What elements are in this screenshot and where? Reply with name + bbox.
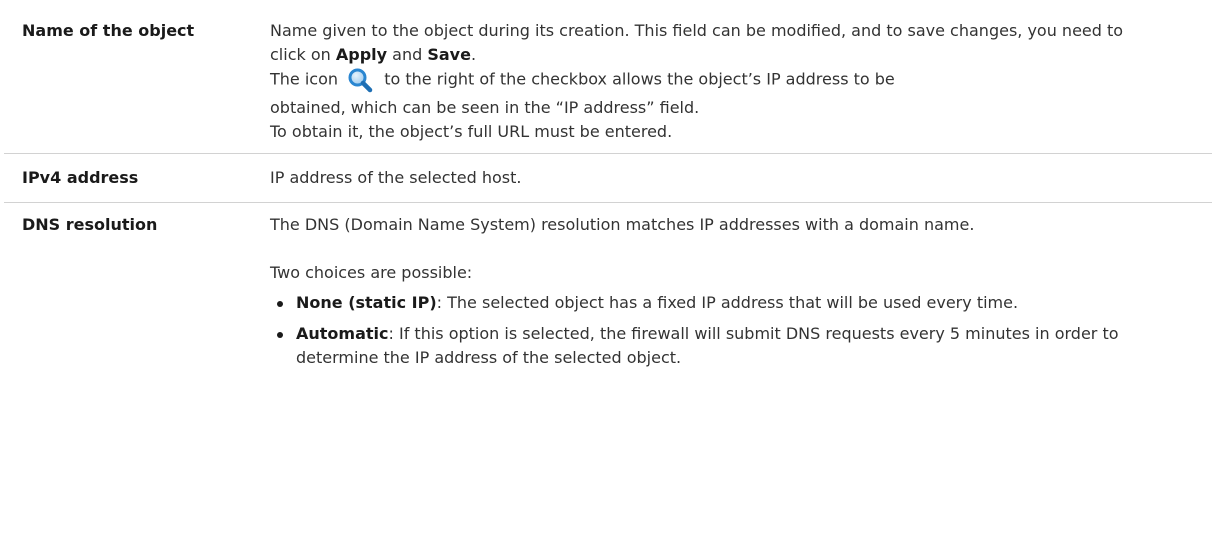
list-item: None (static IP): The selected object ha… <box>270 291 1152 315</box>
list-item: Automatic: If this option is selected, t… <box>270 322 1152 370</box>
text-segment: and <box>387 45 428 64</box>
choice-label-none: None (static IP) <box>296 293 437 312</box>
description-paragraph: The icon to the right of the checkbox al… <box>270 67 1152 93</box>
table-row: IPv4 address IP address of the selected … <box>4 154 1212 203</box>
term-ipv4-address: IPv4 address <box>22 168 139 187</box>
description-paragraph: To obtain it, the object’s full URL must… <box>270 122 673 141</box>
description-paragraph: obtained, which can be seen in the “IP a… <box>270 98 700 117</box>
term-dns-resolution: DNS resolution <box>22 215 158 234</box>
choice-label-automatic: Automatic <box>296 324 389 343</box>
description-paragraph: Name given to the object during its crea… <box>270 19 1152 67</box>
description-paragraph: Two choices are possible: <box>270 263 473 282</box>
definition-table: Name of the object Name given to the obj… <box>4 0 1212 387</box>
choices-list: None (static IP): The selected object ha… <box>270 291 1152 370</box>
description-ipv4-address: IP address of the selected host. <box>270 166 1212 190</box>
description-paragraph: IP address of the selected host. <box>270 168 522 187</box>
table-row: Name of the object Name given to the obj… <box>4 0 1212 154</box>
save-keyword: Save <box>427 45 471 64</box>
table-row: DNS resolution The DNS (Domain Name Syst… <box>4 203 1212 387</box>
description-paragraph: The DNS (Domain Name System) resolution … <box>270 215 975 234</box>
description-name-of-object: Name given to the object during its crea… <box>270 19 1212 144</box>
choice-text: : The selected object has a fixed IP add… <box>436 293 1019 312</box>
choice-text: : If this option is selected, the firewa… <box>296 324 1119 367</box>
apply-keyword: Apply <box>335 45 388 64</box>
description-dns-resolution: The DNS (Domain Name System) resolution … <box>270 213 1212 377</box>
text-segment: to the right of the checkbox allows the … <box>384 69 895 89</box>
term-name-of-object: Name of the object <box>22 21 195 40</box>
text-segment: . <box>470 45 477 64</box>
search-magnifier-icon <box>347 67 373 93</box>
text-segment: The icon <box>270 69 339 89</box>
